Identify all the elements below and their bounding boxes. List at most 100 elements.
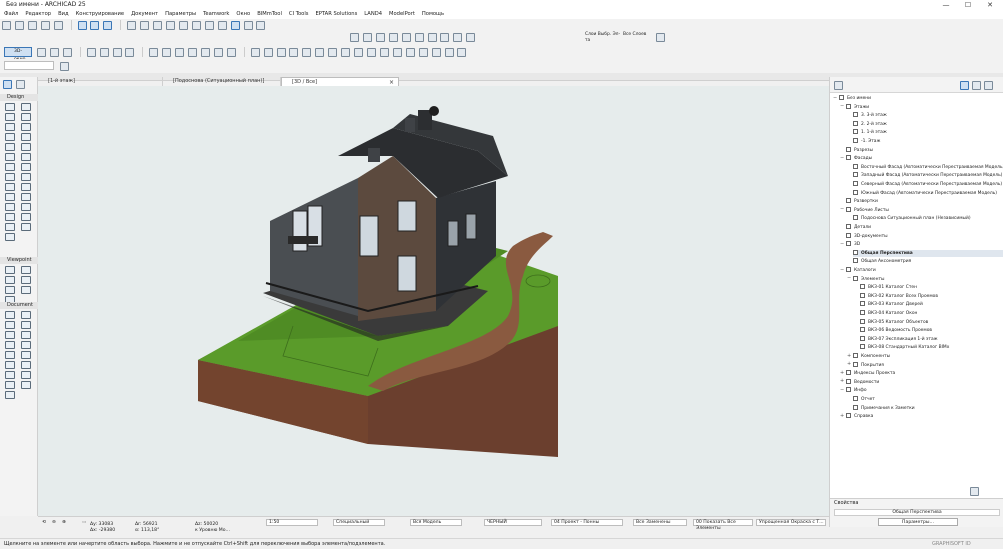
menu-modelport[interactable]: ModelPort <box>389 10 415 19</box>
navigator-item[interactable]: Индексы Проекта <box>846 370 895 377</box>
document-tool-icon[interactable] <box>5 311 15 319</box>
design-tool-icon[interactable] <box>5 223 15 231</box>
renovation-icon[interactable] <box>466 33 476 42</box>
sun-icon[interactable] <box>175 47 185 57</box>
design-tool-icon[interactable] <box>5 153 15 161</box>
resize-icon[interactable] <box>341 47 351 57</box>
design-tool-icon[interactable] <box>21 203 31 211</box>
redo-icon[interactable] <box>53 20 63 30</box>
gravity-icon[interactable] <box>103 20 113 30</box>
navigator-item[interactable]: Развертки <box>846 198 878 205</box>
fit-window-icon[interactable]: ▭ <box>82 519 86 526</box>
design-tool-icon[interactable] <box>5 133 15 141</box>
settings-button[interactable]: Параметры... <box>878 518 958 526</box>
marquee-icon[interactable] <box>226 47 236 57</box>
menu-eptar[interactable]: EPTAR Solutions <box>315 10 357 19</box>
document-tool-icon[interactable] <box>5 391 15 399</box>
navigator-item[interactable]: Элементы <box>853 275 884 283</box>
menu-teamwork[interactable]: Teamwork <box>203 10 229 19</box>
3d-view-icon[interactable] <box>243 20 253 30</box>
tab-site-plan[interactable]: [Подоснова (Ситуационный план)] <box>163 77 281 86</box>
solid-operation-icon[interactable] <box>457 47 467 57</box>
new-file-icon[interactable] <box>2 20 11 30</box>
arrow-icon[interactable] <box>60 62 69 71</box>
zoom-out-icon[interactable] <box>191 20 201 30</box>
document-tool-icon[interactable] <box>21 331 31 339</box>
navigator-item[interactable]: 3D <box>846 241 860 248</box>
tree-expand-toggle[interactable]: − <box>847 275 851 281</box>
navigator-item[interactable]: Восточный Фасад (Автоматически Перестраи… <box>853 163 1003 171</box>
save-icon[interactable] <box>27 20 37 30</box>
tree-expand-toggle[interactable]: + <box>840 413 844 419</box>
navigator-item[interactable]: ВКЗ-04 Каталог Окон <box>860 310 917 317</box>
scale-combo[interactable]: 1:50 <box>266 519 318 526</box>
renovation-combo[interactable]: Все Заменены <box>633 519 687 526</box>
menu-document[interactable]: Документ <box>131 10 158 19</box>
toolbox-group-document[interactable]: Document <box>0 302 38 309</box>
navigator-icon[interactable] <box>37 47 46 57</box>
arrow-tool-icon[interactable] <box>3 80 12 89</box>
fit-icon[interactable] <box>204 20 214 30</box>
trace-icon[interactable] <box>140 20 150 30</box>
settings-icon[interactable] <box>213 47 223 57</box>
design-tool-icon[interactable] <box>5 163 15 171</box>
navigator-item[interactable]: Покрытия <box>853 361 884 369</box>
document-tool-icon[interactable] <box>5 331 15 339</box>
angle-field[interactable]: α: 113,18° <box>133 528 173 535</box>
tree-expand-toggle[interactable]: − <box>840 206 844 212</box>
menu-ci-tools[interactable]: CI Tools <box>289 10 309 19</box>
marquee-tool-icon[interactable] <box>15 80 25 89</box>
layer-selection-combo[interactable]: Слои Выбр. Эл-та <box>585 32 621 44</box>
document-tool-icon[interactable] <box>21 351 31 359</box>
3d-viewport[interactable] <box>38 86 829 516</box>
document-tool-icon[interactable] <box>21 311 31 319</box>
3d-window-button[interactable]: 3D-окно <box>4 47 32 62</box>
design-tool-icon[interactable] <box>21 153 31 161</box>
layer-combo[interactable]: Специальный <box>333 519 385 526</box>
zoom-in-view-icon[interactable]: ⊕ <box>62 519 66 526</box>
navigator-item[interactable]: Западный Фасад (Автоматически Перестраив… <box>853 172 1002 179</box>
design-tool-icon[interactable] <box>21 123 31 131</box>
design-tool-icon[interactable] <box>21 223 31 231</box>
menu-land4[interactable]: LAND4 <box>364 10 382 19</box>
model-view-icon[interactable] <box>427 33 437 42</box>
navigator-item[interactable]: Примечания к Заметки <box>853 404 915 412</box>
menu-bimmtool[interactable]: BIMmTool <box>257 10 282 19</box>
document-tool-icon[interactable] <box>21 321 31 329</box>
minimize-button[interactable]: — <box>935 0 957 10</box>
navigator-item[interactable]: Северный Фасад (Автоматически Перестраив… <box>853 181 1002 188</box>
navigator-item[interactable]: Рабочие Листы <box>846 206 889 214</box>
design-tool-icon[interactable] <box>5 193 15 201</box>
dy-field[interactable]: Δy: 33083 <box>88 522 128 529</box>
pointer-icon[interactable] <box>153 20 163 30</box>
tree-expand-toggle[interactable]: − <box>840 241 844 247</box>
design-tool-icon[interactable] <box>5 103 15 111</box>
zoom-out-view-icon[interactable]: ⊖ <box>52 519 56 526</box>
tree-expand-toggle[interactable]: + <box>840 370 844 376</box>
document-tool-icon[interactable] <box>21 381 31 389</box>
edit-icon[interactable] <box>250 47 260 57</box>
design-tool-icon[interactable] <box>5 143 15 151</box>
navigator-item[interactable]: Компоненты <box>853 353 890 360</box>
navigator-item[interactable]: Ведомости <box>846 378 879 386</box>
design-tool-icon[interactable] <box>5 203 15 211</box>
navigator-item[interactable]: Общая Перспектива <box>853 249 1003 257</box>
intersect-icon[interactable] <box>379 47 389 57</box>
navigator-item[interactable]: Инфо <box>846 387 867 394</box>
tree-expand-toggle[interactable]: + <box>847 353 851 359</box>
tree-expand-toggle[interactable]: − <box>840 103 844 109</box>
navigator-item[interactable]: Подоснова Ситуационный план (Независимый… <box>853 215 971 222</box>
design-tool-icon[interactable] <box>21 143 31 151</box>
pen-set-combo[interactable]: ЧЕРНЫЙ <box>484 519 542 526</box>
mirror-icon[interactable] <box>289 47 299 57</box>
pen-icon[interactable] <box>375 33 385 42</box>
tree-expand-toggle[interactable]: + <box>840 378 844 384</box>
design-tool-icon[interactable] <box>21 103 31 111</box>
navigator-item[interactable]: ВКЗ-08 Стандартный Каталог BIMx <box>860 344 949 351</box>
graphic-override-icon[interactable] <box>440 33 450 42</box>
design-tool-icon[interactable] <box>5 113 15 121</box>
trim-icon[interactable] <box>366 47 376 57</box>
navigator-item[interactable]: Без имени <box>839 95 871 102</box>
move-icon[interactable] <box>263 47 273 57</box>
navigator-item[interactable]: 3D-документы <box>846 232 888 240</box>
